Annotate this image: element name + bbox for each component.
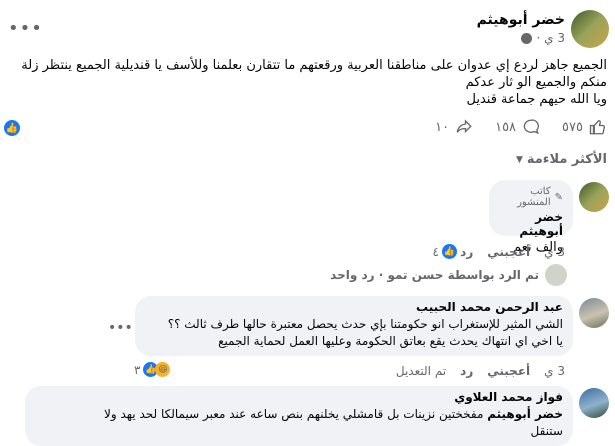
comment-button[interactable]: ١٥٨ bbox=[495, 118, 540, 136]
comment-text-line: الشي المثير للإستغراب انو حكومتنا بإي حد… bbox=[167, 317, 563, 331]
like-reaction-icon: 👍 bbox=[4, 120, 20, 136]
comment-icon bbox=[523, 119, 539, 135]
haha-reaction-icon: 😆 bbox=[155, 362, 171, 377]
comment-like-link[interactable]: أعجبني bbox=[487, 245, 530, 259]
post-action-bar: ٥٧٥ ١٥٨ ١٠ bbox=[435, 118, 607, 136]
comment-author[interactable]: عبد الرحمن محمد الحبيب bbox=[145, 300, 563, 314]
comment-avatar[interactable] bbox=[579, 182, 609, 212]
post-text: الجميع جاهز لردع إي عدوان على مناطقنا ال… bbox=[12, 57, 607, 108]
sort-comments-dropdown[interactable]: الأكثر ملاءمة ▼ bbox=[516, 152, 607, 167]
like-button[interactable]: ٥٧٥ bbox=[562, 118, 607, 136]
post-author-name[interactable]: خضر أبوهيثم bbox=[477, 12, 565, 28]
edited-label: تم التعديل bbox=[395, 364, 447, 378]
post-text-line: الجميع جاهز لردع إي عدوان على مناطقنا ال… bbox=[21, 58, 607, 73]
view-replies-link[interactable]: تم الرد بواسطة حسن تمو · رد واحد bbox=[330, 268, 539, 282]
reply-avatar bbox=[545, 264, 567, 286]
post-text-line: منكم والجميع الو ثار عدكم bbox=[465, 75, 607, 90]
comment-count: ١٥٨ bbox=[495, 119, 517, 135]
share-count: ١٠ bbox=[435, 119, 450, 135]
like-reaction-icon: 👍 bbox=[442, 244, 457, 259]
chevron-down-icon: ▼ bbox=[515, 154, 523, 165]
comment-more-icon[interactable]: ••• bbox=[108, 320, 133, 336]
comment-text: مفخختين نزينات بل قامشلي يخلنهم بنص ساعه… bbox=[104, 407, 484, 421]
dot-separator: · bbox=[536, 31, 541, 45]
comment-avatar[interactable] bbox=[579, 388, 609, 418]
reaction-count: ٣ bbox=[134, 362, 141, 377]
comment-bubble: ✎ كاتب المنشور خضر أبوهيثم والف نعم bbox=[489, 180, 573, 255]
comment-reply-link[interactable]: رد bbox=[460, 245, 473, 259]
comment-reactions[interactable]: ٤ 👍 bbox=[433, 244, 457, 259]
comment-text-line: يا اخي اي انتهاك يحدث يقع بعاتق الحكومة … bbox=[218, 334, 563, 348]
comment-author[interactable]: فواز محمد العلاوي bbox=[35, 390, 563, 404]
comment-mention[interactable]: خضر أبوهيثم bbox=[487, 407, 563, 421]
comment-time[interactable]: 3 ي bbox=[544, 245, 565, 259]
comment-bubble: فواز محمد العلاوي خضر أبوهيثم مفخختين نز… bbox=[25, 386, 573, 446]
share-icon bbox=[456, 119, 472, 134]
like-count: ٥٧٥ bbox=[562, 119, 583, 135]
reaction-summary[interactable]: 👍 bbox=[4, 120, 20, 136]
post-author-avatar[interactable] bbox=[571, 10, 609, 48]
comment-actions: 3 ي أعجبني رد تم التعديل bbox=[396, 364, 565, 378]
post-time[interactable]: 3 ي bbox=[544, 31, 565, 45]
comment-avatar[interactable] bbox=[579, 298, 609, 328]
reaction-count: ٤ bbox=[432, 244, 439, 259]
comment-reactions[interactable]: ٣ 👍 😆 bbox=[134, 362, 171, 377]
comment-actions: 3 ي أعجبني رد bbox=[460, 245, 565, 259]
more-options-icon[interactable]: ••• bbox=[8, 18, 43, 39]
comment-reply-link[interactable]: رد bbox=[460, 364, 473, 378]
comment-time[interactable]: 3 ي bbox=[544, 364, 565, 378]
globe-icon bbox=[521, 32, 533, 44]
share-button[interactable]: ١٠ bbox=[435, 118, 473, 136]
sort-label: الأكثر ملاءمة bbox=[526, 152, 607, 167]
comment-author[interactable]: خضر أبوهيثم bbox=[499, 210, 563, 238]
thumb-up-icon bbox=[589, 119, 605, 135]
post-text-line: ويا الله حيهم جماعة قنديل bbox=[466, 92, 608, 107]
author-badge: كاتب المنشور bbox=[517, 186, 551, 208]
comment-like-link[interactable]: أعجبني bbox=[487, 364, 530, 378]
pencil-icon: ✎ bbox=[554, 191, 563, 203]
comment-text-line: ستنقل bbox=[530, 424, 563, 438]
comment-bubble: عبد الرحمن محمد الحبيب الشي المثير للإست… bbox=[135, 296, 573, 356]
